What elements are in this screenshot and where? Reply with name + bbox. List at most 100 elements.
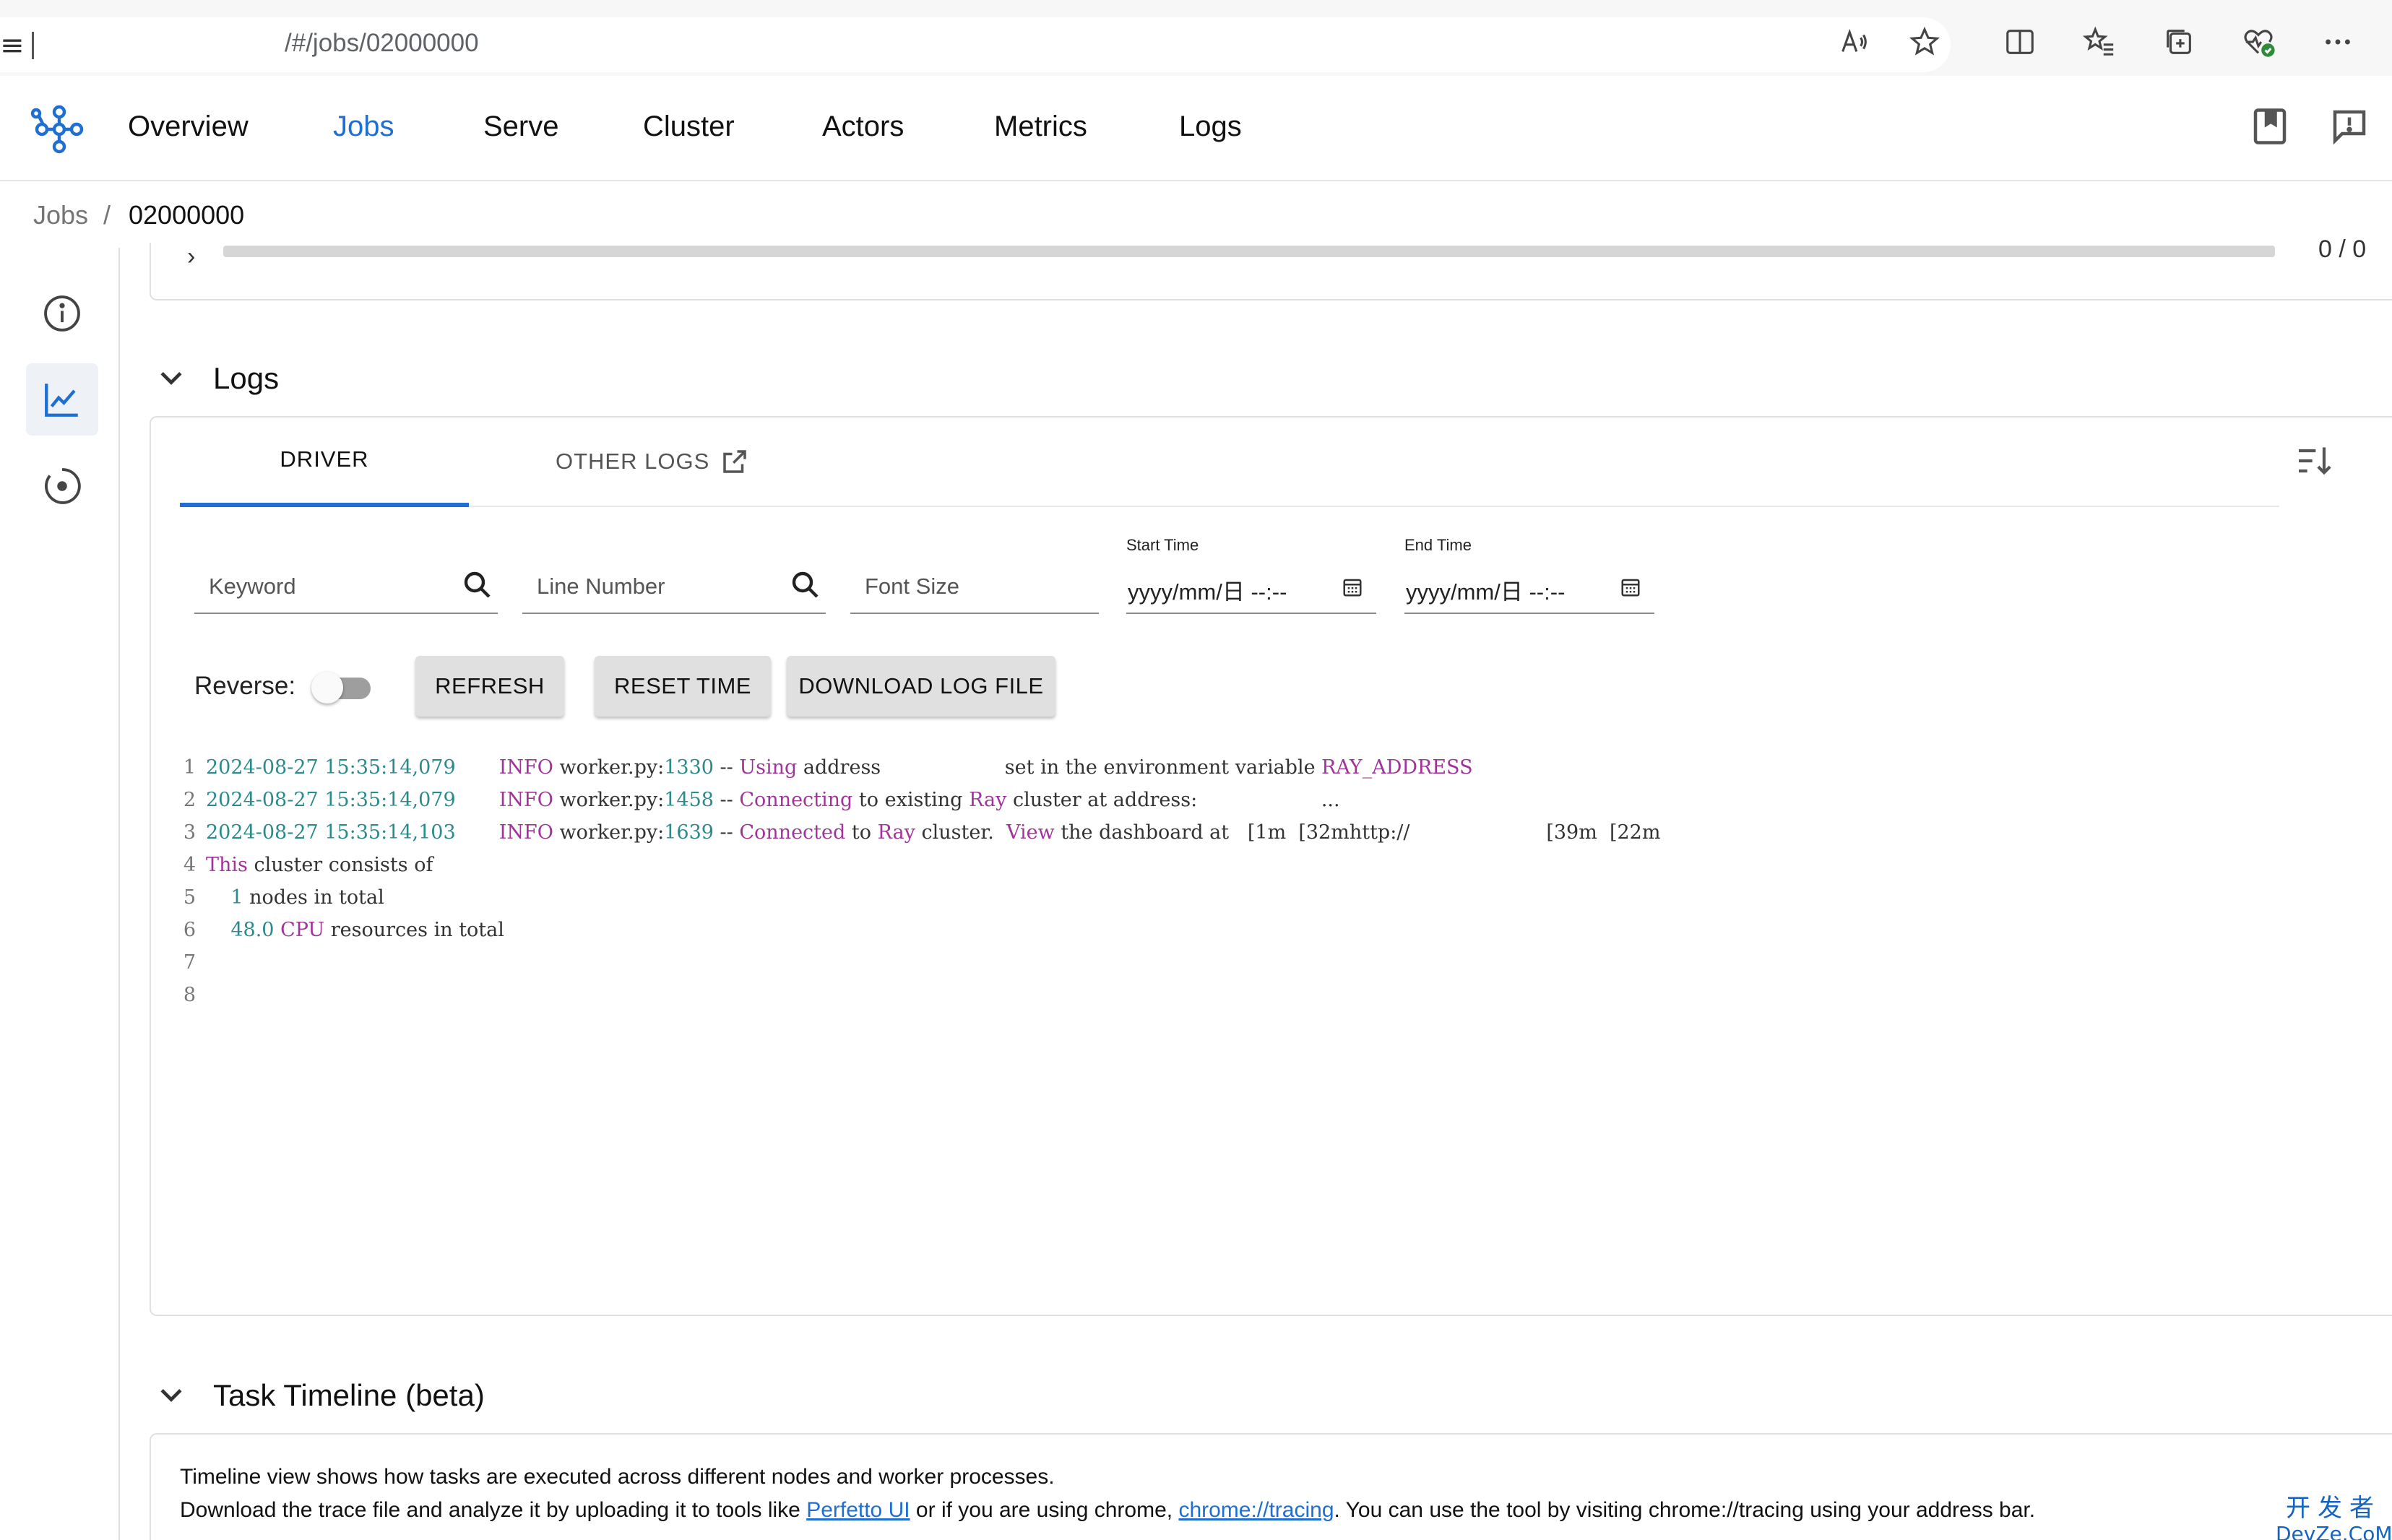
nav-actors[interactable]: Actors bbox=[822, 111, 904, 143]
log-line: 8 bbox=[178, 979, 2346, 1011]
site-info-icon[interactable]: ≡ bbox=[0, 29, 25, 62]
log-token: 2024-08-27 15:35:14,079 bbox=[206, 756, 456, 779]
log-token: -- bbox=[713, 789, 740, 811]
log-token: cluster. bbox=[915, 821, 1006, 844]
end-time-input[interactable]: yyyy/mm/日 --:-- bbox=[1404, 559, 1654, 614]
feedback-icon[interactable] bbox=[2328, 105, 2371, 148]
search-icon[interactable] bbox=[460, 568, 495, 602]
log-line-number: 6 bbox=[183, 919, 196, 941]
watermark: 开发者 DevZe.CoM bbox=[2276, 1488, 2392, 1540]
log-token: nodes in total bbox=[243, 886, 384, 909]
log-line-content: This cluster consists of bbox=[206, 849, 433, 881]
log-token: worker.py: bbox=[553, 821, 665, 844]
log-token: worker.py: bbox=[553, 756, 665, 779]
address-bar[interactable]: ≡ /#/jobs/02000000 bbox=[0, 17, 1951, 72]
collections-icon[interactable] bbox=[2159, 22, 2199, 62]
docs-book-icon[interactable] bbox=[2248, 105, 2292, 148]
log-token: Connected bbox=[739, 821, 846, 844]
favorites-icon[interactable] bbox=[2079, 22, 2120, 62]
log-line: 4 This cluster consists of bbox=[178, 849, 2346, 881]
nav-jobs[interactable]: Jobs bbox=[333, 111, 394, 143]
line-number-search-field[interactable]: Line Number bbox=[522, 559, 826, 614]
calendar-icon[interactable] bbox=[1620, 576, 1641, 598]
sort-descending-icon[interactable] bbox=[2294, 441, 2334, 481]
nav-metrics[interactable]: Metrics bbox=[994, 111, 1087, 143]
timeline-text-c: . You can use the tool by visiting chrom… bbox=[1334, 1498, 2036, 1522]
nav-logs[interactable]: Logs bbox=[1179, 111, 1242, 143]
log-token bbox=[456, 821, 499, 844]
log-token: 2024-08-27 15:35:14,079 bbox=[206, 789, 456, 811]
expand-chevron-icon[interactable]: › bbox=[187, 243, 195, 271]
download-log-file-button[interactable]: DOWNLOAD LOG FILE bbox=[787, 656, 1055, 717]
log-line-number: 8 bbox=[183, 984, 196, 1006]
line-number-placeholder: Line Number bbox=[537, 574, 665, 599]
breadcrumb-jobs-link[interactable]: Jobs bbox=[33, 200, 88, 230]
log-token: Ray bbox=[877, 821, 915, 844]
rail-metrics-button[interactable] bbox=[26, 363, 98, 436]
tab-driver[interactable]: DRIVER bbox=[180, 446, 469, 472]
reverse-toggle[interactable] bbox=[311, 672, 371, 704]
refresh-button[interactable]: REFRESH bbox=[415, 656, 564, 717]
split-screen-icon[interactable] bbox=[2000, 22, 2040, 62]
log-token: address set in the environment variable bbox=[797, 756, 1322, 779]
tab-other-logs-label: OTHER LOGS bbox=[556, 449, 710, 474]
logs-section-header[interactable]: Logs bbox=[155, 361, 279, 396]
nav-serve[interactable]: Serve bbox=[483, 111, 559, 143]
more-options-icon[interactable] bbox=[2318, 22, 2358, 62]
log-line-content: 1 nodes in total bbox=[206, 881, 384, 914]
search-icon[interactable] bbox=[788, 568, 823, 602]
log-line-content: 2024-08-27 15:35:14,079 INFO worker.py:1… bbox=[206, 784, 1340, 816]
rail-info-button[interactable] bbox=[26, 277, 98, 350]
line-chart-icon bbox=[45, 384, 78, 417]
open-in-new-icon bbox=[723, 450, 747, 473]
reverse-label: Reverse: bbox=[194, 672, 296, 700]
log-token: View bbox=[1006, 821, 1055, 844]
log-line-content: 2024-08-27 15:35:14,079 INFO worker.py:1… bbox=[206, 751, 1473, 784]
log-token: -- bbox=[713, 756, 740, 779]
watermark-cn: 开发者 bbox=[2286, 1494, 2381, 1523]
log-token: 2024-08-27 15:35:14,103 bbox=[206, 821, 456, 844]
font-size-field[interactable]: Font Size bbox=[850, 559, 1099, 614]
logs-card: DRIVER OTHER LOGS Keyword Line Number Fo… bbox=[150, 416, 2392, 1316]
keyword-search-field[interactable]: Keyword bbox=[194, 559, 498, 614]
start-time-label: Start Time bbox=[1126, 536, 1199, 554]
log-line-number: 7 bbox=[183, 951, 196, 974]
end-time-value: yyyy/mm/日 --:-- bbox=[1406, 579, 1566, 605]
log-token: the dashboard at [1m [32mhttp:// [39m [2… bbox=[1054, 821, 1661, 844]
nav-cluster[interactable]: Cluster bbox=[643, 111, 735, 143]
rail-timeline-button[interactable] bbox=[26, 450, 98, 522]
tasks-progress-card: › 0 / 0 bbox=[150, 235, 2392, 300]
progress-bar bbox=[223, 246, 2275, 257]
browser-essentials-icon[interactable] bbox=[2238, 22, 2279, 62]
log-token bbox=[456, 789, 499, 811]
url-text[interactable]: /#/jobs/02000000 bbox=[285, 29, 479, 58]
calendar-icon[interactable] bbox=[1342, 576, 1363, 598]
tab-other-logs[interactable]: OTHER LOGS bbox=[556, 446, 750, 477]
log-line: 2 2024-08-27 15:35:14,079 INFO worker.py:… bbox=[178, 784, 2346, 816]
reset-time-button[interactable]: RESET TIME bbox=[595, 656, 771, 717]
log-token: INFO bbox=[498, 821, 553, 844]
log-line-number: 4 bbox=[183, 854, 196, 876]
log-line-number: 1 bbox=[183, 756, 196, 779]
favorite-star-icon[interactable] bbox=[1904, 22, 1945, 62]
nav-overview[interactable]: Overview bbox=[128, 111, 249, 143]
perfetto-ui-link[interactable]: Perfetto UI bbox=[806, 1498, 910, 1522]
log-token: Connecting bbox=[739, 789, 853, 811]
breadcrumb-separator: / bbox=[103, 200, 111, 230]
log-line: 3 2024-08-27 15:35:14,103 INFO worker.py:… bbox=[178, 816, 2346, 849]
log-token: 1 bbox=[230, 886, 243, 909]
log-token: This bbox=[206, 854, 248, 876]
log-token: Using bbox=[739, 756, 798, 779]
log-line: 5 1 nodes in total bbox=[178, 881, 2346, 914]
tab-active-indicator bbox=[180, 503, 469, 507]
chrome-tracing-link[interactable]: chrome://tracing bbox=[1178, 1498, 1334, 1522]
log-token: RAY_ADDRESS bbox=[1321, 756, 1473, 779]
timeline-text-b: or if you are using chrome, bbox=[910, 1498, 1179, 1522]
ray-logo-icon[interactable] bbox=[30, 100, 88, 158]
timeline-instructions: Download the trace file and analyze it b… bbox=[180, 1498, 2035, 1523]
left-rail bbox=[0, 248, 120, 1540]
read-aloud-icon[interactable] bbox=[1834, 22, 1874, 62]
chevron-down-icon bbox=[160, 1388, 182, 1402]
start-time-input[interactable]: yyyy/mm/日 --:-- bbox=[1126, 559, 1376, 614]
timeline-section-header[interactable]: Task Timeline (beta) bbox=[155, 1378, 485, 1413]
